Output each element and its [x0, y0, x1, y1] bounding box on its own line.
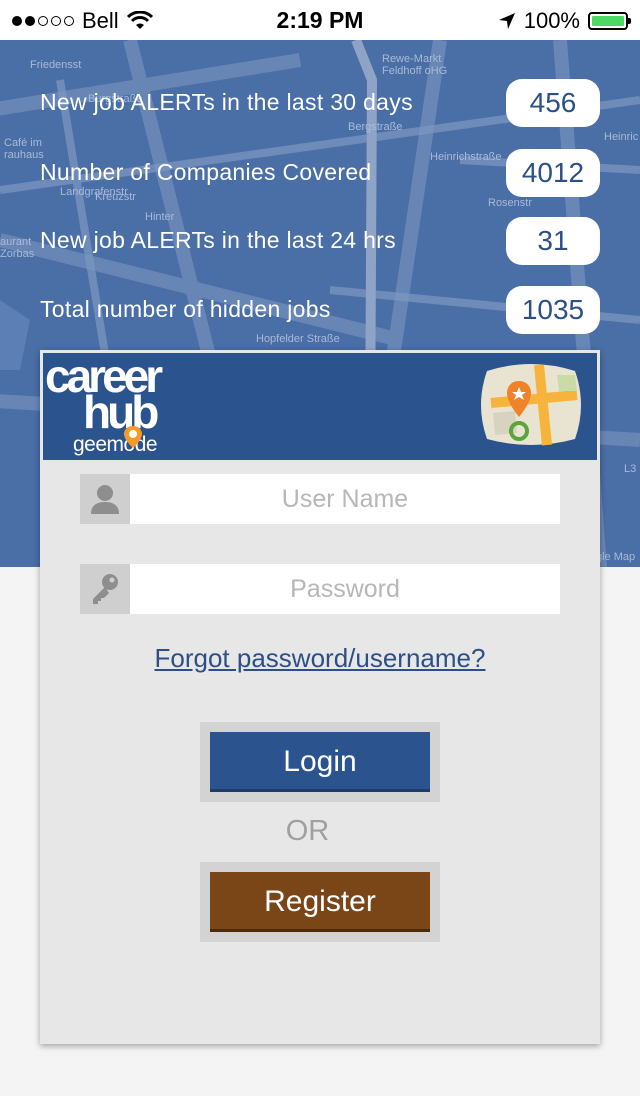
stat-value: 1035: [506, 286, 600, 334]
location-arrow-icon: [498, 13, 515, 29]
stat-label: New job ALERTs in the last 24 hrs: [40, 227, 396, 253]
key-icon: [80, 564, 130, 614]
logo-line-hub: hub: [83, 386, 159, 438]
password-input[interactable]: Password: [130, 564, 560, 614]
register-button[interactable]: Register: [210, 872, 430, 932]
map-label: Café im: [4, 137, 42, 149]
battery-percent: 100%: [523, 8, 580, 33]
stat-row-alerts-30-days: New job ALERTs in the last 30 days 456: [40, 79, 600, 129]
logo-line-geemode: geemode: [73, 433, 158, 456]
forgot-password-link[interactable]: Forgot password/username?: [40, 643, 600, 674]
map-label: Zorbas: [0, 248, 35, 260]
login-button[interactable]: Login: [210, 732, 430, 792]
login-panel: career hub geemode User Name Password Fo…: [40, 350, 600, 1044]
username-field[interactable]: User Name: [80, 474, 560, 524]
stat-row-hidden-jobs: Total number of hidden jobs 1035: [40, 286, 600, 336]
stat-value: 4012: [506, 149, 600, 197]
stat-label: Total number of hidden jobs: [40, 296, 331, 322]
stat-value: 31: [506, 217, 600, 265]
stat-row-companies-covered: Number of Companies Covered 4012: [40, 149, 600, 199]
login-button-frame: Login: [200, 722, 440, 802]
map-pin-icon: [481, 364, 581, 446]
careerhub-logo: career hub geemode: [43, 353, 183, 460]
map-label: Heinric: [604, 131, 639, 143]
or-separator: OR: [285, 815, 330, 847]
map-label: rauhaus: [4, 149, 44, 161]
status-right: 100%: [498, 8, 631, 34]
map-label: Friedensst: [30, 59, 81, 71]
map-label: L3: [624, 463, 636, 475]
stat-value: 456: [506, 79, 600, 127]
register-button-frame: Register: [200, 862, 440, 942]
logo-pin-icon: [124, 426, 142, 448]
map-label: Feldhoff oHG: [382, 65, 447, 77]
password-field[interactable]: Password: [80, 564, 560, 614]
user-icon: [80, 474, 130, 524]
map-label: gle Map: [596, 551, 635, 563]
username-input[interactable]: User Name: [130, 474, 560, 524]
brand-header: career hub geemode: [43, 353, 597, 460]
stat-row-alerts-24-hrs: New job ALERTs in the last 24 hrs 31: [40, 217, 600, 267]
stat-label: New job ALERTs in the last 30 days: [40, 89, 413, 115]
battery-icon: [588, 12, 631, 30]
stat-label: Number of Companies Covered: [40, 159, 372, 185]
status-bar: Bell 2:19 PM 100%: [0, 0, 640, 40]
map-label: Rewe-Markt: [382, 53, 441, 65]
map-label: aurant: [0, 236, 31, 248]
